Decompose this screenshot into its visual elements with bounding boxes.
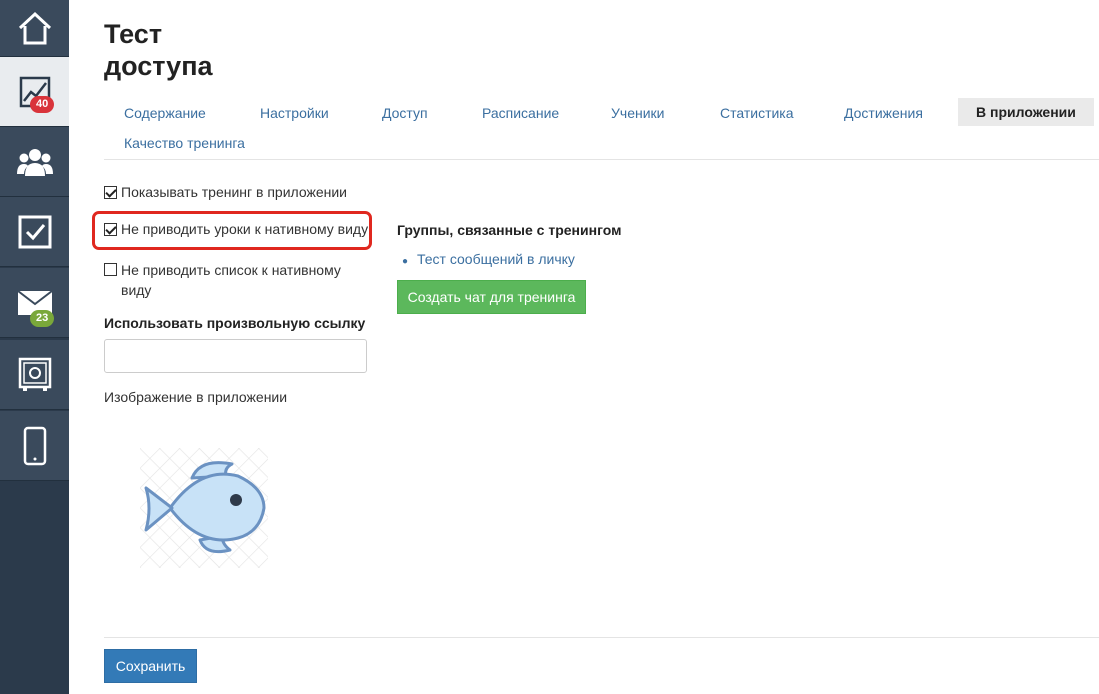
tab-training-quality[interactable]: Качество тренинга — [124, 135, 245, 151]
show-in-app-checkbox[interactable] — [104, 186, 117, 199]
tab-achievements[interactable]: Достижения — [844, 105, 923, 121]
show-in-app-row: Показывать тренинг в приложении — [104, 184, 347, 200]
footer-divider — [104, 637, 1099, 638]
home-icon — [18, 11, 51, 45]
custom-link-input[interactable] — [104, 339, 367, 373]
custom-link-label: Использовать произвольную ссылку — [104, 315, 366, 331]
tab-schedule[interactable]: Расписание — [482, 105, 559, 121]
tab-in-app[interactable]: В приложении — [958, 98, 1094, 126]
show-in-app-label[interactable]: Показывать тренинг в приложении — [121, 184, 347, 200]
sidebar-item-trainings[interactable] — [0, 57, 69, 127]
tab-settings[interactable]: Настройки — [260, 105, 329, 121]
app-image-preview[interactable] — [140, 448, 268, 568]
save-button[interactable]: Сохранить — [104, 649, 197, 683]
create-chat-button[interactable]: Создать чат для тренинга — [397, 280, 586, 314]
users-icon — [16, 148, 53, 176]
mail-badge: 23 — [30, 310, 55, 327]
no-native-list-checkbox[interactable] — [104, 263, 117, 276]
sidebar-item-tasks[interactable] — [0, 197, 69, 267]
no-native-list-label[interactable]: Не приводить список к нативному виду — [121, 260, 341, 300]
tab-statistics[interactable]: Статистика — [720, 105, 794, 121]
sidebar: 40 23 — [0, 0, 69, 694]
group-link[interactable]: Тест сообщений в личку — [417, 251, 575, 267]
app-image-label: Изображение в приложении — [104, 389, 288, 405]
no-native-lessons-checkbox[interactable] — [104, 223, 117, 236]
page-title: Тест доступа — [104, 19, 213, 81]
tasks-icon — [18, 215, 51, 248]
sidebar-item-users[interactable] — [0, 127, 69, 197]
no-native-lessons-row: Не приводить уроки к нативному виду — [104, 221, 368, 237]
groups-heading: Группы, связанные с тренингом — [397, 222, 622, 238]
sidebar-item-home[interactable] — [0, 0, 69, 57]
notification-badge: 40 — [30, 96, 55, 113]
bullet-dot: ● — [402, 256, 409, 267]
sidebar-item-safe[interactable] — [0, 340, 69, 410]
sidebar-item-mobile[interactable] — [0, 411, 69, 481]
sidebar-item-mail[interactable] — [0, 268, 69, 338]
no-native-list-row: Не приводить список к нативному виду — [104, 260, 341, 300]
no-native-lessons-label[interactable]: Не приводить уроки к нативному виду — [121, 221, 368, 237]
tab-access[interactable]: Доступ — [382, 105, 428, 121]
tab-students[interactable]: Ученики — [611, 105, 664, 121]
tab-content[interactable]: Содержание — [124, 105, 206, 121]
safe-icon — [18, 357, 51, 391]
tab-bar: Содержание Настройки Доступ Расписание У… — [104, 98, 1099, 160]
phone-icon — [23, 426, 46, 465]
